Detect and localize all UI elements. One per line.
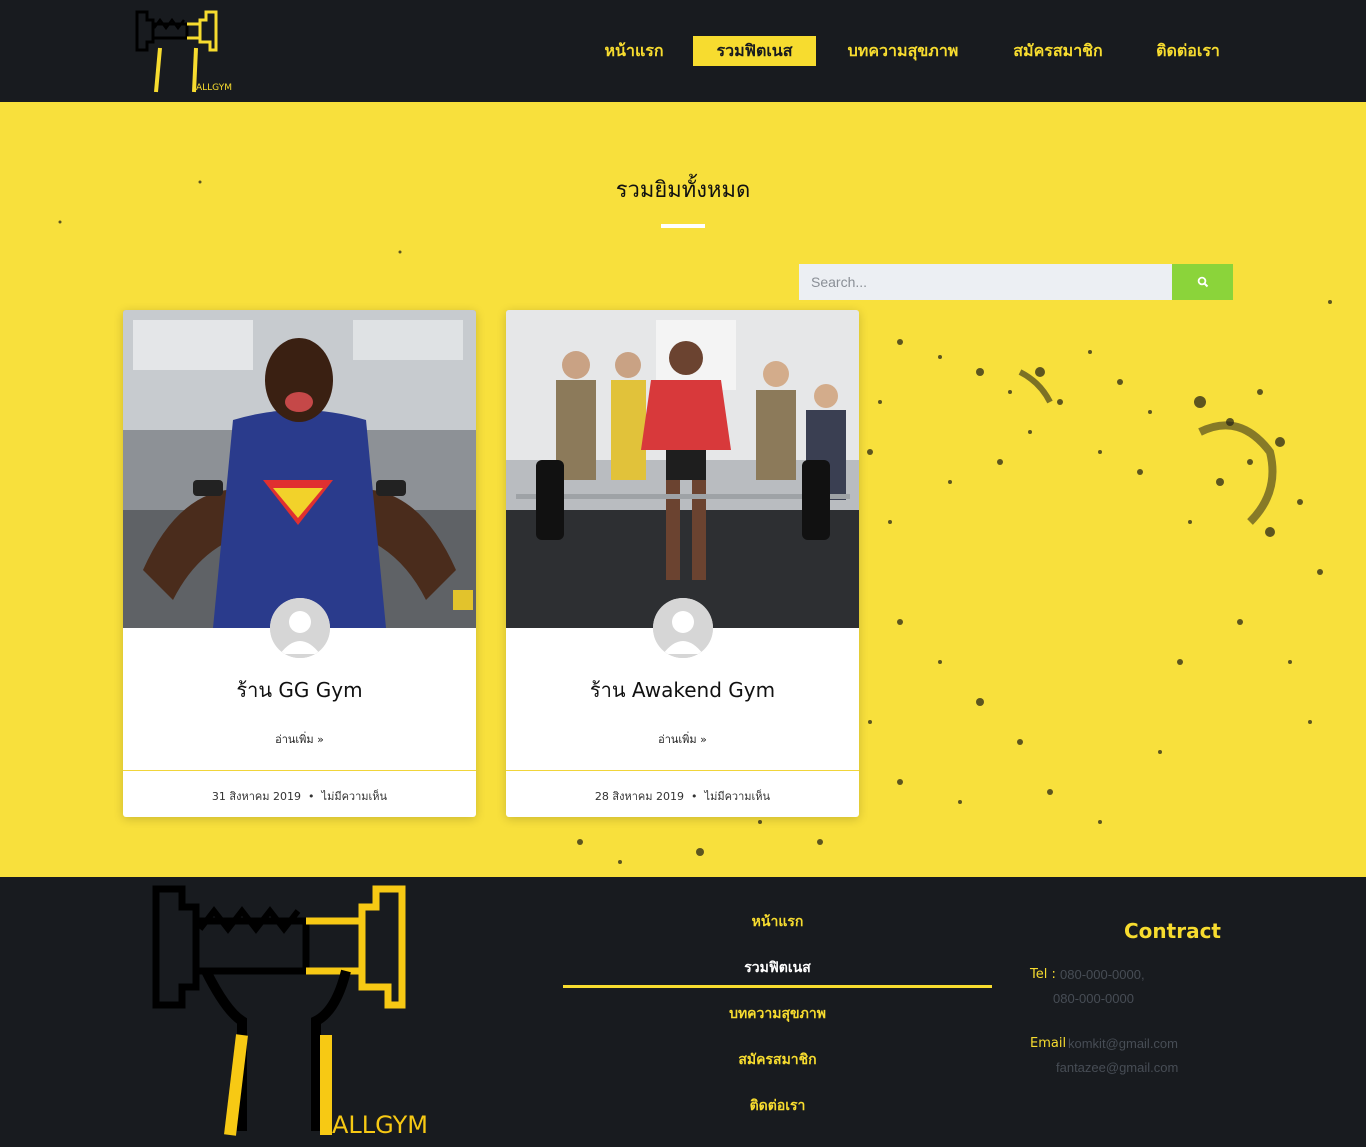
email-label: Email [1030, 1036, 1067, 1051]
author-avatar[interactable] [653, 598, 713, 658]
bodybuilder-image [123, 310, 476, 628]
deadlift-image [506, 310, 859, 628]
tel-value-2[interactable]: 080-000-0000 [1053, 991, 1134, 1006]
card-divider [506, 770, 859, 771]
post-title[interactable]: ร้าน GG Gym [123, 674, 476, 706]
post-title[interactable]: ร้าน Awakend Gym [506, 674, 859, 706]
footer-nav-fitness[interactable]: รวมฟิตเนส [563, 957, 992, 979]
user-icon [653, 598, 713, 658]
footer-logo-text: ALLGYM [332, 1111, 428, 1139]
site-header: ALLGYM หน้าแรก รวมฟิตเนส บทความสุขภาพ สม… [0, 0, 1366, 102]
email-value-2[interactable]: fantazee@gmail.com [1056, 1060, 1178, 1075]
user-icon [270, 598, 330, 658]
footer-nav-home[interactable]: หน้าแรก [563, 911, 992, 933]
meta-separator: • [308, 790, 315, 803]
post-date: 31 สิงหาคม 2019 [211, 790, 302, 803]
post-card: ร้าน Awakend Gym อ่านเพิ่ม » 28 สิงหาคม … [506, 310, 859, 817]
read-more-link[interactable]: อ่านเพิ่ม » [506, 730, 859, 748]
nav-item-fitness[interactable]: รวมฟิตเนส [693, 36, 816, 66]
tel-label: Tel : [1030, 967, 1056, 982]
post-card: ร้าน GG Gym อ่านเพิ่ม » 31 สิงหาคม 2019 •… [123, 310, 476, 817]
site-footer: ALLGYM หน้าแรก รวมฟิตเนส บทความสุขภาพ สม… [0, 877, 1366, 1147]
footer-nav-articles[interactable]: บทความสุขภาพ [563, 1003, 992, 1025]
footer-nav-active-underline [563, 985, 992, 988]
email-value-1[interactable]: komkit@gmail.com [1068, 1036, 1178, 1051]
meta-separator: • [691, 790, 698, 803]
post-thumbnail[interactable] [123, 310, 476, 628]
post-comments[interactable]: ไม่มีความเห็น [322, 790, 388, 803]
footer-nav-contact[interactable]: ติดต่อเรา [563, 1095, 992, 1117]
nav-item-articles[interactable]: บทความสุขภาพ [833, 36, 973, 66]
contact-title: Contract [1124, 919, 1221, 943]
nav-item-contact[interactable]: ติดต่อเรา [1142, 36, 1234, 66]
post-comments[interactable]: ไม่มีความเห็น [705, 790, 771, 803]
logo-text: ALLGYM [196, 83, 232, 93]
read-more-link[interactable]: อ่านเพิ่ม » [123, 730, 476, 748]
author-avatar[interactable] [270, 598, 330, 658]
footer-nav-register[interactable]: สมัครสมาชิก [563, 1049, 992, 1071]
post-thumbnail[interactable] [506, 310, 859, 628]
search-icon [1197, 276, 1208, 288]
page-title: รวมยิมทั้งหมด [615, 178, 751, 203]
search-input[interactable] [799, 264, 1172, 300]
allgym-footer-logo[interactable]: ALLGYM [150, 885, 450, 1140]
title-underline [661, 224, 705, 228]
gym-list-section: รวมยิมทั้งหมด Search... ร้าน GG Gym อ่าน… [0, 102, 1366, 877]
nav-item-register[interactable]: สมัครสมาชิก [998, 36, 1118, 66]
search-form [799, 264, 1233, 300]
nav-item-home[interactable]: หน้าแรก [593, 36, 675, 66]
post-date: 28 สิงหาคม 2019 [594, 790, 685, 803]
card-divider [123, 770, 476, 771]
search-button[interactable] [1172, 264, 1233, 300]
post-meta: 28 สิงหาคม 2019 • ไม่มีความเห็น [506, 787, 859, 805]
main-nav: หน้าแรก รวมฟิตเนส บทความสุขภาพ สมัครสมาช… [0, 36, 1366, 66]
tel-value-1[interactable]: 080-000-0000, [1060, 967, 1145, 982]
post-meta: 31 สิงหาคม 2019 • ไม่มีความเห็น [123, 787, 476, 805]
